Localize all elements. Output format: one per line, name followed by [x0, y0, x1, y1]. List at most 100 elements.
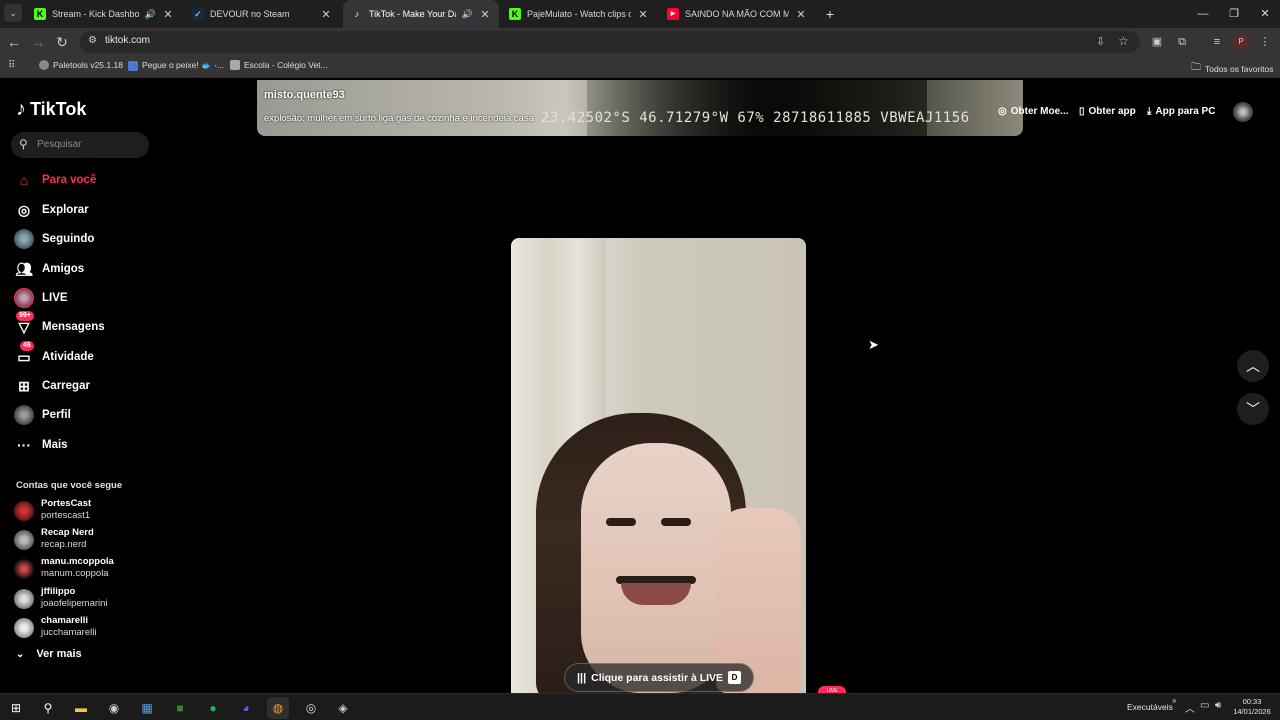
obs-icon[interactable]: ◎	[300, 697, 322, 719]
close-tab-icon[interactable]: ✕	[320, 8, 332, 21]
video-person-face	[581, 443, 731, 693]
tab-youtube-video[interactable]: ▶ SAINDO NA MÃO COM MEUS ✕	[659, 0, 815, 28]
user-avatar[interactable]	[1233, 102, 1253, 122]
search-icon: ⚲	[19, 137, 28, 151]
start-icon[interactable]: ⊞	[5, 697, 27, 719]
tiktok-logo[interactable]: ♪ TikTok	[16, 98, 86, 121]
nav-para-voce[interactable]: ⌂ Para você	[14, 168, 97, 192]
site-info-icon[interactable]: ⚙	[88, 35, 97, 46]
previous-video-button[interactable]: ︿	[1237, 350, 1269, 382]
address-bar[interactable]: ⚙ tiktok.com ⇩ ☆	[80, 31, 1140, 53]
video-person-eye	[661, 518, 691, 526]
video-overlay-text: 23.42502°S 46.71279°W 67% 28718611885 VB…	[541, 110, 970, 126]
chrome-icon[interactable]: ◍	[267, 697, 289, 719]
nav-amigos[interactable]: 👥︎ Amigos	[14, 257, 84, 281]
spotify-icon[interactable]: ●	[202, 697, 224, 719]
avatar	[14, 618, 34, 638]
nav-seguindo[interactable]: Seguindo	[14, 227, 94, 251]
nav-mais[interactable]: ··· Mais	[14, 433, 68, 457]
tab-pajemulato-kick[interactable]: K PajeMulato - Watch clips on Kick ✕	[501, 0, 657, 28]
bookmark-paletools[interactable]: Paletools v25.1.18	[39, 60, 123, 70]
tab-title: Stream - Kick Dashboard	[52, 9, 139, 19]
nav-label: Amigos	[42, 263, 85, 275]
nav-carregar[interactable]: ⊞ Carregar	[14, 374, 90, 398]
install-app-icon[interactable]: ⇩	[1096, 35, 1105, 48]
browser-menu-icon[interactable]: ⋮	[1257, 34, 1273, 50]
close-tab-icon[interactable]: ✕	[795, 8, 807, 21]
game-icon[interactable]: ◈	[332, 697, 354, 719]
tab-devour-steam[interactable]: ✓ DEVOUR no Steam ✕	[184, 0, 340, 28]
new-tab-button[interactable]: +	[815, 4, 845, 24]
steam-icon[interactable]: ◉	[103, 697, 125, 719]
back-button[interactable]: ←	[4, 32, 24, 52]
live-bars-icon: |||	[576, 671, 587, 684]
video-username[interactable]: misto.quente93	[264, 89, 345, 101]
restore-button[interactable]: ❐	[1219, 4, 1249, 24]
search-icon[interactable]: ⚲	[37, 697, 59, 719]
tab-title: PajeMulato - Watch clips on Kick	[527, 9, 631, 19]
previous-video[interactable]: misto.quente93 23.42502°S 46.71279°W 67%…	[257, 80, 1023, 136]
coin-icon: ◎	[998, 106, 1007, 117]
bookmark-star-icon[interactable]: ☆	[1118, 34, 1129, 48]
media-control-icon[interactable]: ≡	[1209, 34, 1225, 50]
profile-avatar-icon[interactable]: P	[1233, 34, 1249, 50]
close-tab-icon[interactable]: ✕	[162, 8, 174, 21]
speaker-icon[interactable]: 🔊	[462, 9, 473, 20]
tray-up-arrow-icon[interactable]: ︿	[1185, 700, 1195, 715]
forward-button[interactable]: →	[28, 32, 48, 52]
file-explorer-icon[interactable]: ▬	[70, 697, 92, 719]
discord-icon[interactable]: ◕	[235, 697, 257, 719]
pc-app-button[interactable]: ⤓ App para PC	[1147, 106, 1215, 117]
network-icon[interactable]: ▭	[1200, 700, 1209, 711]
video-shade	[587, 80, 927, 136]
speaker-icon[interactable]: 🔊	[145, 9, 156, 20]
url-text: tiktok.com	[105, 35, 151, 46]
windows-taskbar: ⊞ ⚲ ▬ ◉ ▦ ■ ● ◕ ◍ ◎ ◈ Executáveis » ︿ ▭ …	[0, 693, 1280, 720]
upload-icon: ⊞	[18, 378, 30, 394]
account-handle: manum.coppola	[41, 568, 109, 579]
close-window-button[interactable]: ✕	[1250, 4, 1280, 24]
nav-live[interactable]: LIVE	[14, 286, 68, 310]
get-coins-button[interactable]: ◎ Obter Moe...	[998, 106, 1069, 117]
next-video-button[interactable]: ﹀	[1237, 393, 1269, 425]
clock-time: 00:33	[1242, 697, 1262, 706]
all-bookmarks[interactable]: 🗀 Todos os favoritos	[1191, 60, 1274, 77]
phone-icon: ▯	[1079, 106, 1085, 117]
bookmark-escola[interactable]: Escola - Colégio Vet...	[230, 60, 328, 70]
tray-label[interactable]: Executáveis	[1127, 702, 1173, 712]
nav-explorar[interactable]: ◎ Explorar	[14, 198, 89, 222]
tab-title: SAINDO NA MÃO COM MEUS	[685, 9, 789, 19]
tray-chevron-icon[interactable]: »	[1172, 696, 1176, 705]
youtube-favicon-icon: ▶	[667, 8, 679, 20]
apps-grid-icon[interactable]: ⠿	[8, 60, 15, 71]
search-input[interactable]: ⚲ Pesquisar	[11, 132, 149, 158]
see-more-button[interactable]: ⌄ Ver mais	[16, 648, 82, 660]
nav-mensagens[interactable]: ▽ 99+ Mensagens	[14, 311, 105, 339]
close-tab-icon[interactable]: ✕	[637, 8, 649, 21]
extension-icon[interactable]: ▣	[1149, 34, 1165, 50]
browser-tab-strip: ⌄ K Stream - Kick Dashboard 🔊 ✕ ✓ DEVOUR…	[0, 0, 1280, 28]
system-clock[interactable]: 00:33 14/01/2026	[1232, 697, 1272, 717]
download-icon: ⤓	[1147, 106, 1152, 117]
tab-tiktok[interactable]: ♪ TikTok - Make Your Day 🔊 ✕	[343, 0, 499, 28]
minimize-button[interactable]: —	[1188, 4, 1218, 24]
watch-live-button[interactable]: ||| Clique para assistir à LIVE D	[564, 663, 754, 692]
nav-perfil[interactable]: Perfil	[14, 403, 71, 427]
extensions-puzzle-icon[interactable]: ⧉	[1174, 34, 1190, 50]
get-app-button[interactable]: ▯ Obter app	[1079, 106, 1136, 117]
tab-kick-dashboard[interactable]: K Stream - Kick Dashboard 🔊 ✕	[26, 0, 182, 28]
volume-icon[interactable]: 🔊︎	[1215, 700, 1221, 711]
account-handle: jucchamarelli	[41, 627, 97, 638]
all-bookmarks-label: Todos os favoritos	[1205, 63, 1274, 74]
app-icon[interactable]: ▦	[136, 697, 158, 719]
clock-date: 14/01/2026	[1233, 707, 1271, 716]
minecraft-icon[interactable]: ■	[169, 697, 191, 719]
tab-search-chevron-icon[interactable]: ⌄	[4, 4, 22, 22]
reload-button[interactable]: ↻	[52, 32, 72, 52]
steam-favicon-icon: ✓	[192, 8, 204, 20]
live-video-card[interactable]	[511, 238, 806, 693]
nav-atividade[interactable]: ▭ 46 Atividade	[14, 341, 94, 369]
close-tab-icon[interactable]: ✕	[479, 8, 491, 21]
bookmark-pegue-o-peixe[interactable]: Pegue o peixe! 🐟 -...	[128, 60, 224, 71]
video-caption: explosão: mulher em surto liga gás de co…	[264, 113, 534, 124]
